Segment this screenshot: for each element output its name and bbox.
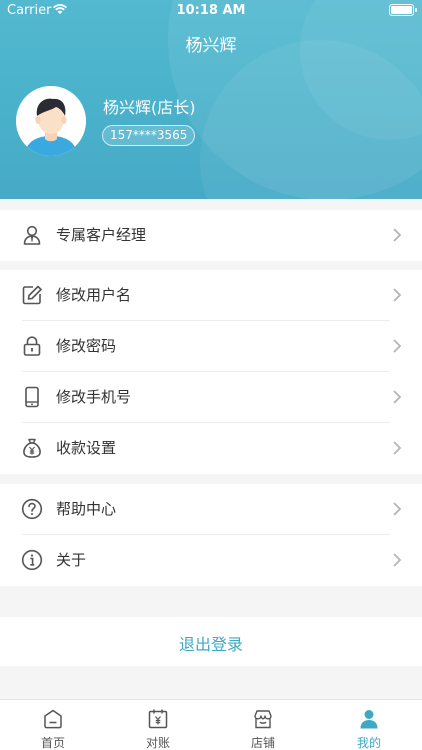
logout-button[interactable]: 退出登录 — [0, 617, 422, 666]
user-icon — [360, 710, 378, 729]
menu-item-change-password[interactable]: 修改密码 — [0, 321, 422, 372]
money-bag-icon — [23, 438, 41, 458]
menu-item-payment-settings[interactable]: 收款设置 — [0, 423, 422, 474]
tab-label: 对账 — [145, 736, 170, 750]
status-bar: Carrier 10:18 AM — [0, 0, 422, 22]
tab-home[interactable]: 首页 — [13, 700, 93, 750]
profile-header: Carrier 10:18 AM 杨兴辉 杨兴辉(店长) 157****3565 — [0, 0, 422, 199]
user-name: 杨兴辉(店长) — [103, 98, 196, 117]
status-time: 10:18 AM — [176, 3, 246, 18]
menu-label: 收款设置 — [56, 439, 117, 457]
tab-label: 我的 — [356, 736, 381, 750]
menu-label: 修改用户名 — [56, 286, 132, 304]
menu-item-about[interactable]: 关于 — [0, 535, 422, 586]
menu-label: 修改密码 — [56, 337, 117, 355]
tab-store[interactable]: 店铺 — [223, 700, 303, 750]
menu-label: 帮助中心 — [56, 500, 117, 518]
chevron-right-icon — [393, 553, 402, 567]
help-icon — [21, 498, 43, 520]
chevron-right-icon — [393, 502, 402, 516]
menu-label: 修改手机号 — [56, 388, 132, 406]
page-title: 杨兴辉 — [185, 36, 237, 56]
tab-reconciliation[interactable]: 对账 — [118, 700, 198, 750]
tab-label: 店铺 — [250, 736, 275, 750]
menu-group-manager: 专属客户经理 — [0, 210, 422, 261]
menu-label: 专属客户经理 — [56, 226, 147, 244]
phone-badge: 157****3565 — [102, 125, 196, 146]
store-icon — [254, 710, 272, 729]
chevron-right-icon — [393, 390, 402, 404]
chevron-right-icon — [393, 339, 402, 353]
edit-icon — [22, 285, 42, 305]
battery-icon — [389, 4, 417, 16]
menu-item-account-manager[interactable]: 专属客户经理 — [0, 210, 422, 261]
tab-bar: 首页 对账 店铺 我的 — [0, 699, 422, 750]
chevron-right-icon — [393, 228, 402, 242]
menu-item-help-center[interactable]: 帮助中心 — [0, 484, 422, 535]
menu-item-change-username[interactable]: 修改用户名 — [0, 270, 422, 321]
menu-group-account: 修改用户名 修改密码 修改手机号 收款设置 — [0, 270, 422, 474]
info-icon — [21, 549, 43, 571]
chevron-right-icon — [393, 288, 402, 302]
phone-icon — [25, 386, 39, 408]
tab-label: 首页 — [40, 736, 65, 750]
home-icon — [44, 709, 62, 729]
person-icon — [23, 225, 41, 245]
logout-label: 退出登录 — [178, 635, 243, 654]
menu-item-change-phone[interactable]: 修改手机号 — [0, 372, 422, 423]
menu-group-support: 帮助中心 关于 — [0, 484, 422, 586]
avatar[interactable] — [16, 86, 86, 156]
lock-icon — [23, 336, 41, 356]
calendar-yen-icon — [148, 709, 168, 729]
tab-mine[interactable]: 我的 — [329, 700, 409, 750]
chevron-right-icon — [393, 441, 402, 455]
menu-label: 关于 — [56, 551, 87, 569]
avatar-icon — [16, 86, 86, 156]
